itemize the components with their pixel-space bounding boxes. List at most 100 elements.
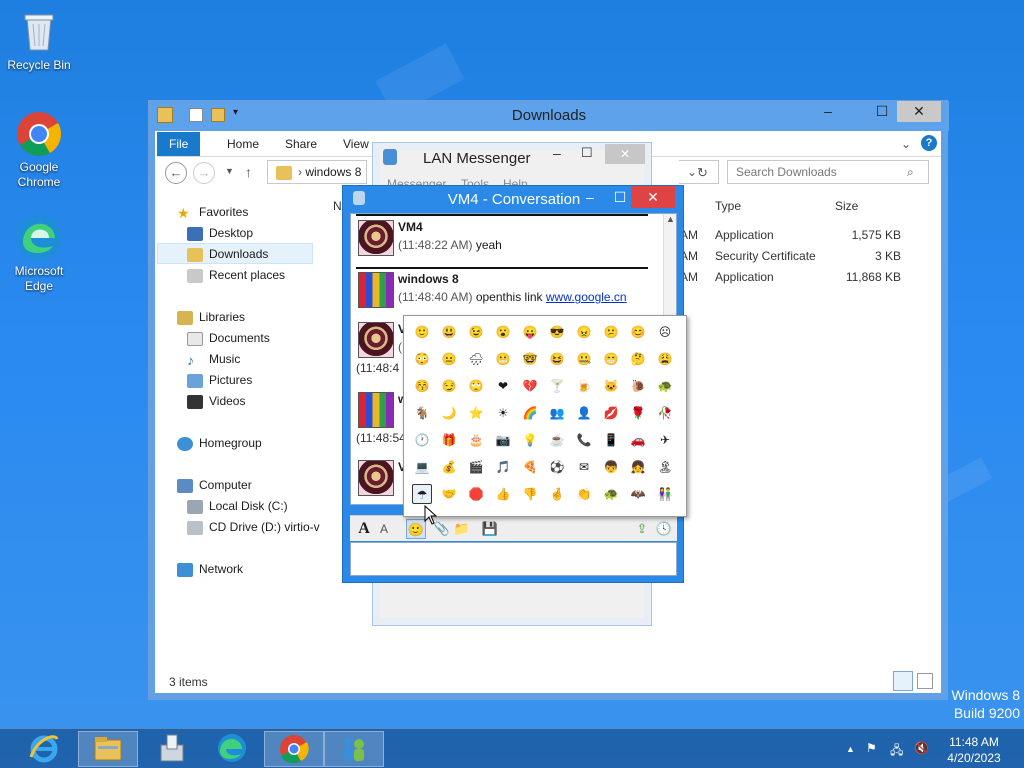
emoticon-cell[interactable]: 💰: [439, 457, 459, 477]
emoticon-cell[interactable]: 👧: [628, 457, 648, 477]
emoticon-cell[interactable]: ✈: [655, 430, 675, 450]
emoticon-cell[interactable]: 🎁: [439, 430, 459, 450]
emoticon-cell[interactable]: 😉: [466, 322, 486, 342]
lan-maximize-button[interactable]: ☐: [581, 145, 593, 161]
emoticon-cell[interactable]: 🌧: [466, 349, 486, 369]
taskbar-edge-button[interactable]: [202, 731, 262, 767]
nav-network[interactable]: Network: [177, 562, 243, 577]
emoticon-cell[interactable]: 🐢: [655, 376, 675, 396]
refresh-icon[interactable]: ↻: [697, 165, 708, 181]
emoticon-cell[interactable]: 🛑: [466, 484, 486, 504]
tab-home[interactable]: Home: [215, 132, 271, 156]
send-folder-icon[interactable]: 📁: [452, 519, 472, 539]
up-button[interactable]: ↑: [245, 164, 252, 180]
emoticon-cell[interactable]: 🏝: [655, 457, 675, 477]
taskbar-installer-button[interactable]: [142, 731, 202, 767]
emoticon-cell[interactable]: 🕐: [412, 430, 432, 450]
emoticon-cell[interactable]: 💡: [520, 430, 540, 450]
message-link[interactable]: www.google.cn: [546, 290, 627, 304]
emoticon-cell[interactable]: ☕: [547, 430, 567, 450]
nav-computer[interactable]: Computer: [177, 478, 252, 493]
emoticon-cell[interactable]: 🐌: [628, 376, 648, 396]
emoticon-cell[interactable]: 😕: [601, 322, 621, 342]
message-input[interactable]: [350, 542, 677, 576]
emoticon-cell[interactable]: 👏: [574, 484, 594, 504]
emoticon-cell[interactable]: 😐: [439, 349, 459, 369]
nav-videos[interactable]: Videos: [187, 394, 245, 409]
taskbar-chrome-button[interactable]: [264, 731, 324, 767]
emoticon-cell[interactable]: 🌙: [439, 403, 459, 423]
emoticon-cell[interactable]: 😁: [601, 349, 621, 369]
emoticon-cell[interactable]: 👎: [520, 484, 540, 504]
emoticon-cell[interactable]: ⚽: [547, 457, 567, 477]
emoticon-cell[interactable]: 😮: [493, 322, 513, 342]
emoticon-cell[interactable]: 🐱: [601, 376, 621, 396]
taskbar-clock[interactable]: 11:48 AM 4/20/2023: [944, 734, 1004, 766]
emoticon-cell[interactable]: 📱: [601, 430, 621, 450]
emoticon-cell[interactable]: 🚗: [628, 430, 648, 450]
volume-muted-icon[interactable]: 🔇: [914, 741, 929, 755]
forward-button[interactable]: →: [193, 162, 215, 184]
emoticon-cell[interactable]: 👤: [574, 403, 594, 423]
column-header-name[interactable]: N: [333, 199, 342, 213]
emoticon-cell[interactable]: 😳: [412, 349, 432, 369]
tab-file[interactable]: File: [157, 132, 201, 156]
emoticon-cell[interactable]: 🥀: [655, 403, 675, 423]
emoticon-cell[interactable]: 🍺: [574, 376, 594, 396]
nav-music[interactable]: ♪ Music: [187, 352, 240, 367]
history-icon[interactable]: 🕓: [654, 519, 674, 539]
emoticon-cell[interactable]: 📷: [493, 430, 513, 450]
help-icon[interactable]: ?: [921, 135, 937, 151]
emoticon-cell[interactable]: 😎: [547, 322, 567, 342]
recent-locations-icon[interactable]: ▼: [225, 166, 234, 176]
desktop-icon-chrome[interactable]: Google Chrome: [3, 110, 75, 190]
emoticon-cell[interactable]: 💔: [520, 376, 540, 396]
lan-close-button[interactable]: ✕: [605, 144, 645, 164]
desktop-icon-recycle-bin[interactable]: Recycle Bin: [3, 8, 75, 73]
emoticon-cell[interactable]: 🤞: [547, 484, 567, 504]
search-input[interactable]: Search Downloads: [727, 160, 929, 184]
taskbar-explorer-button[interactable]: [78, 731, 138, 767]
taskbar-ie-button[interactable]: [14, 731, 74, 767]
emoticon-cell[interactable]: 🌈: [520, 403, 540, 423]
emoticon-cell[interactable]: 😃: [439, 322, 459, 342]
emoticon-cell[interactable]: 🌹: [628, 403, 648, 423]
nav-homegroup[interactable]: Homegroup: [177, 436, 262, 451]
emoticon-cell[interactable]: ☂: [412, 484, 432, 504]
column-header-type[interactable]: Type: [715, 199, 741, 213]
conv-minimize-button[interactable]: –: [575, 186, 605, 208]
lan-minimize-button[interactable]: –: [553, 145, 561, 161]
desktop-icon-edge[interactable]: Microsoft Edge: [3, 214, 75, 294]
emoticon-cell[interactable]: ☹: [655, 322, 675, 342]
emoticon-cell[interactable]: 📞: [574, 430, 594, 450]
back-button[interactable]: ←: [165, 162, 187, 184]
nav-recent[interactable]: Recent places: [187, 268, 285, 283]
emoticon-cell[interactable]: ⭐: [466, 403, 486, 423]
font-icon[interactable]: A: [354, 519, 374, 539]
conv-close-button[interactable]: ✕: [631, 186, 675, 208]
large-icons-view-icon[interactable]: [917, 673, 933, 689]
close-button[interactable]: ✕: [897, 101, 941, 122]
emoticon-cell[interactable]: 🤐: [574, 349, 594, 369]
emoticon-button[interactable]: 🙂: [406, 519, 426, 539]
emoticon-cell[interactable]: 🐐: [412, 403, 432, 423]
ribbon-expand-icon[interactable]: ⌄: [901, 137, 911, 151]
taskbar-lan-messenger-button[interactable]: [324, 731, 384, 767]
nav-downloads[interactable]: Downloads: [187, 247, 268, 262]
column-header-size[interactable]: Size: [835, 199, 858, 213]
tab-share[interactable]: Share: [273, 132, 329, 156]
emoticon-cell[interactable]: 🎬: [466, 457, 486, 477]
nav-pictures[interactable]: Pictures: [187, 373, 252, 388]
emoticon-cell[interactable]: 😊: [628, 322, 648, 342]
show-hidden-icons[interactable]: ▲: [846, 744, 855, 754]
emoticon-cell[interactable]: 🍸: [547, 376, 567, 396]
emoticon-cell[interactable]: 😛: [520, 322, 540, 342]
emoticon-cell[interactable]: 🍕: [520, 457, 540, 477]
emoticon-cell[interactable]: 🦇: [628, 484, 648, 504]
emoticon-cell[interactable]: 👦: [601, 457, 621, 477]
network-status-icon[interactable]: 🖧: [890, 741, 903, 762]
nav-favorites[interactable]: ★ Favorites: [177, 205, 248, 220]
emoticon-cell[interactable]: ☀: [493, 403, 513, 423]
emoticon-cell[interactable]: 🎂: [466, 430, 486, 450]
address-bar[interactable]: › windows 8: [267, 160, 367, 184]
